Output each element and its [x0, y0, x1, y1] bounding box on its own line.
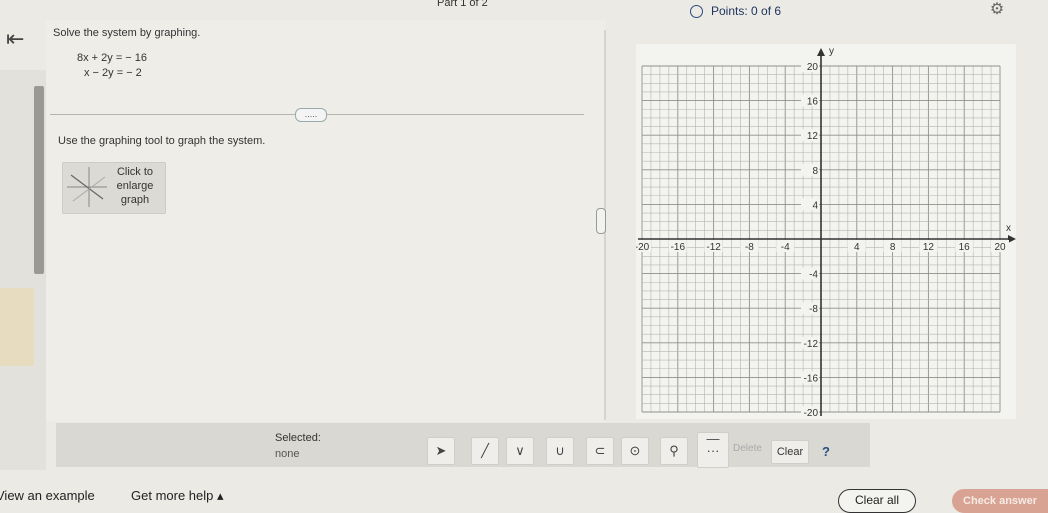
splitter-handle[interactable] [596, 208, 606, 234]
graphing-canvas[interactable]: x y -20 -16 -12 -8 -4 4 8 12 16 20 20 16 12 8 4 -4 -8 -12 -… [636, 44, 1016, 419]
x-tick-label: -8 [745, 242, 754, 253]
points-text: Points: 0 of 6 [711, 4, 782, 18]
graph-thumbnail-icon [67, 167, 107, 207]
y-tick-label: 4 [812, 200, 818, 211]
x-tick-label: 4 [854, 242, 860, 253]
arc-tool[interactable]: ⊂ [586, 437, 614, 465]
cursor-arrow-icon: ➤ [435, 443, 447, 458]
selected-label: Selected: [275, 432, 321, 444]
rail-highlight [0, 288, 34, 366]
tool-instruction: Use the graphing tool to graph the syste… [58, 135, 266, 147]
line-icon: ╱ [481, 443, 489, 458]
y-tick-label: -8 [809, 304, 818, 315]
x-axis-label: x [1006, 223, 1011, 234]
enlarge-graph-button[interactable]: Click to enlarge graph [62, 162, 166, 214]
view-example-link[interactable]: View an example [0, 488, 95, 503]
clear-button[interactable]: Clear [771, 440, 809, 464]
part-indicator: Part 1 of 2 [437, 0, 488, 9]
y-tick-label: -16 [804, 373, 819, 384]
dashed-line-tool[interactable]: — ··· [697, 432, 729, 468]
help-button[interactable]: ? [822, 444, 830, 459]
y-tick-label: -20 [804, 408, 819, 419]
parabola-icon: ∪ [555, 443, 565, 458]
x-tick-label: 16 [959, 242, 971, 253]
line-tool[interactable]: ╱ [471, 437, 499, 465]
fill-bucket-icon: ⚲ [669, 443, 679, 458]
y-tick-label: -12 [804, 339, 819, 350]
y-tick-label: -4 [809, 270, 818, 281]
pointer-tool[interactable]: ➤ [427, 437, 455, 465]
circle-tool[interactable]: ⊙ [621, 437, 649, 465]
y-axis-label: y [829, 46, 834, 57]
fill-tool[interactable]: ⚲ [660, 437, 688, 465]
x-tick-label: -20 [636, 242, 650, 253]
delete-button[interactable]: Delete [733, 443, 762, 454]
y-tick-label: 20 [807, 62, 819, 73]
get-more-help-link[interactable]: Get more help ▴ [131, 488, 224, 504]
points-status-icon [690, 5, 703, 18]
selected-value: none [275, 448, 300, 460]
absolute-value-tool[interactable]: ∨ [506, 437, 534, 465]
solid-dashed-line-icon: — ··· [706, 431, 720, 458]
gear-icon[interactable]: ⚙ [986, 0, 1008, 20]
arc-icon: ⊂ [594, 443, 606, 458]
enlarge-graph-label: Click to enlarge graph [116, 166, 154, 206]
y-tick-label: 8 [812, 166, 818, 177]
equation-1: 8x + 2y = − 16 [77, 52, 148, 64]
circle-icon: ⊙ [629, 443, 641, 458]
x-tick-label: -12 [706, 242, 721, 253]
expand-more-button[interactable]: ..... [295, 108, 327, 122]
y-tick-label: 16 [807, 97, 819, 108]
clear-all-button[interactable]: Clear all [838, 489, 916, 513]
question-panel [46, 20, 606, 422]
parabola-tool[interactable]: ∪ [546, 437, 574, 465]
question-instruction: Solve the system by graphing. [53, 27, 201, 39]
y-tick-label: 12 [807, 131, 819, 142]
scrollbar-thumb[interactable] [34, 86, 44, 274]
x-tick-label: 8 [890, 242, 896, 253]
v-shape-icon: ∨ [515, 443, 525, 458]
x-tick-label: 20 [994, 242, 1006, 253]
x-tick-label: -4 [781, 242, 790, 253]
x-tick-label: 12 [923, 242, 935, 253]
x-tick-label: -16 [671, 242, 686, 253]
check-answer-button[interactable]: Check answer [952, 489, 1048, 513]
back-arrow-icon[interactable]: ⇤ [6, 28, 28, 50]
equation-2: x − 2y = − 2 [84, 67, 142, 79]
